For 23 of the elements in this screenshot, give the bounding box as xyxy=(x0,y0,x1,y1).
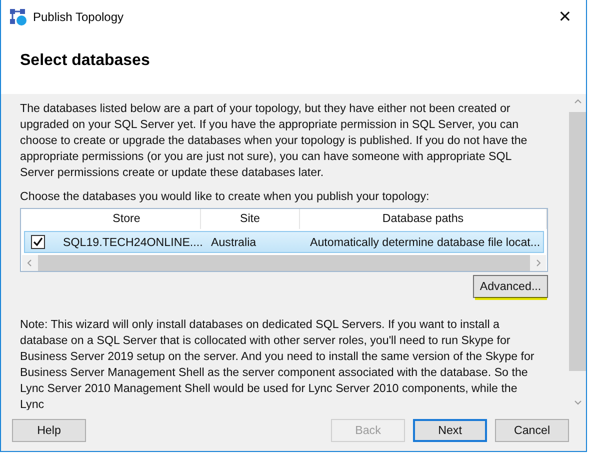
prompt-text: Choose the databases you would like to create when you publish your topology: xyxy=(20,189,430,205)
horizontal-scrollbar[interactable] xyxy=(22,255,546,271)
table-row[interactable]: SQL19.TECH24ONLINE.... Australia Automatically determine database file locat... xyxy=(24,231,544,253)
column-header[interactable]: Site xyxy=(201,209,300,229)
checkbox[interactable] xyxy=(31,235,45,249)
chevron-down-icon[interactable] xyxy=(574,398,582,406)
wizard-button[interactable]: Cancel xyxy=(495,419,569,442)
app-logo-icon xyxy=(9,8,27,26)
column-header[interactable]: Store xyxy=(53,209,201,229)
table-cell-text: SQL19.TECH24ONLINE.... xyxy=(62,236,204,248)
wizard-button[interactable]: Help xyxy=(12,419,86,442)
intro-text: The databases listed below are a part of your topology, but they have either not been created or upgraded on your SQL Server yet. If you have the appropriate permission in SQL Server, you can choose to create or upgrade the databases when your topology is published. If you do not have the appropriate permissions (or you are just not sure), you can have someone with appropriate SQL Server permissions create or update these databases later. xyxy=(20,101,528,181)
close-button[interactable]: ✕ xyxy=(550,2,580,30)
column-header[interactable]: Database paths xyxy=(300,209,547,229)
table-cell-text: Australia xyxy=(210,236,258,248)
chevron-left-icon[interactable] xyxy=(26,259,34,267)
page-heading: Select databases xyxy=(20,52,150,70)
chevron-up-icon[interactable] xyxy=(574,98,582,106)
advanced-button[interactable]: Advanced... xyxy=(473,275,548,298)
window-title: Publish Topology xyxy=(33,10,125,24)
chevron-right-icon[interactable] xyxy=(534,259,542,267)
wizard-button[interactable]: Next xyxy=(413,419,487,442)
table-cell-text: Automatically determine database file locat... xyxy=(309,236,542,248)
